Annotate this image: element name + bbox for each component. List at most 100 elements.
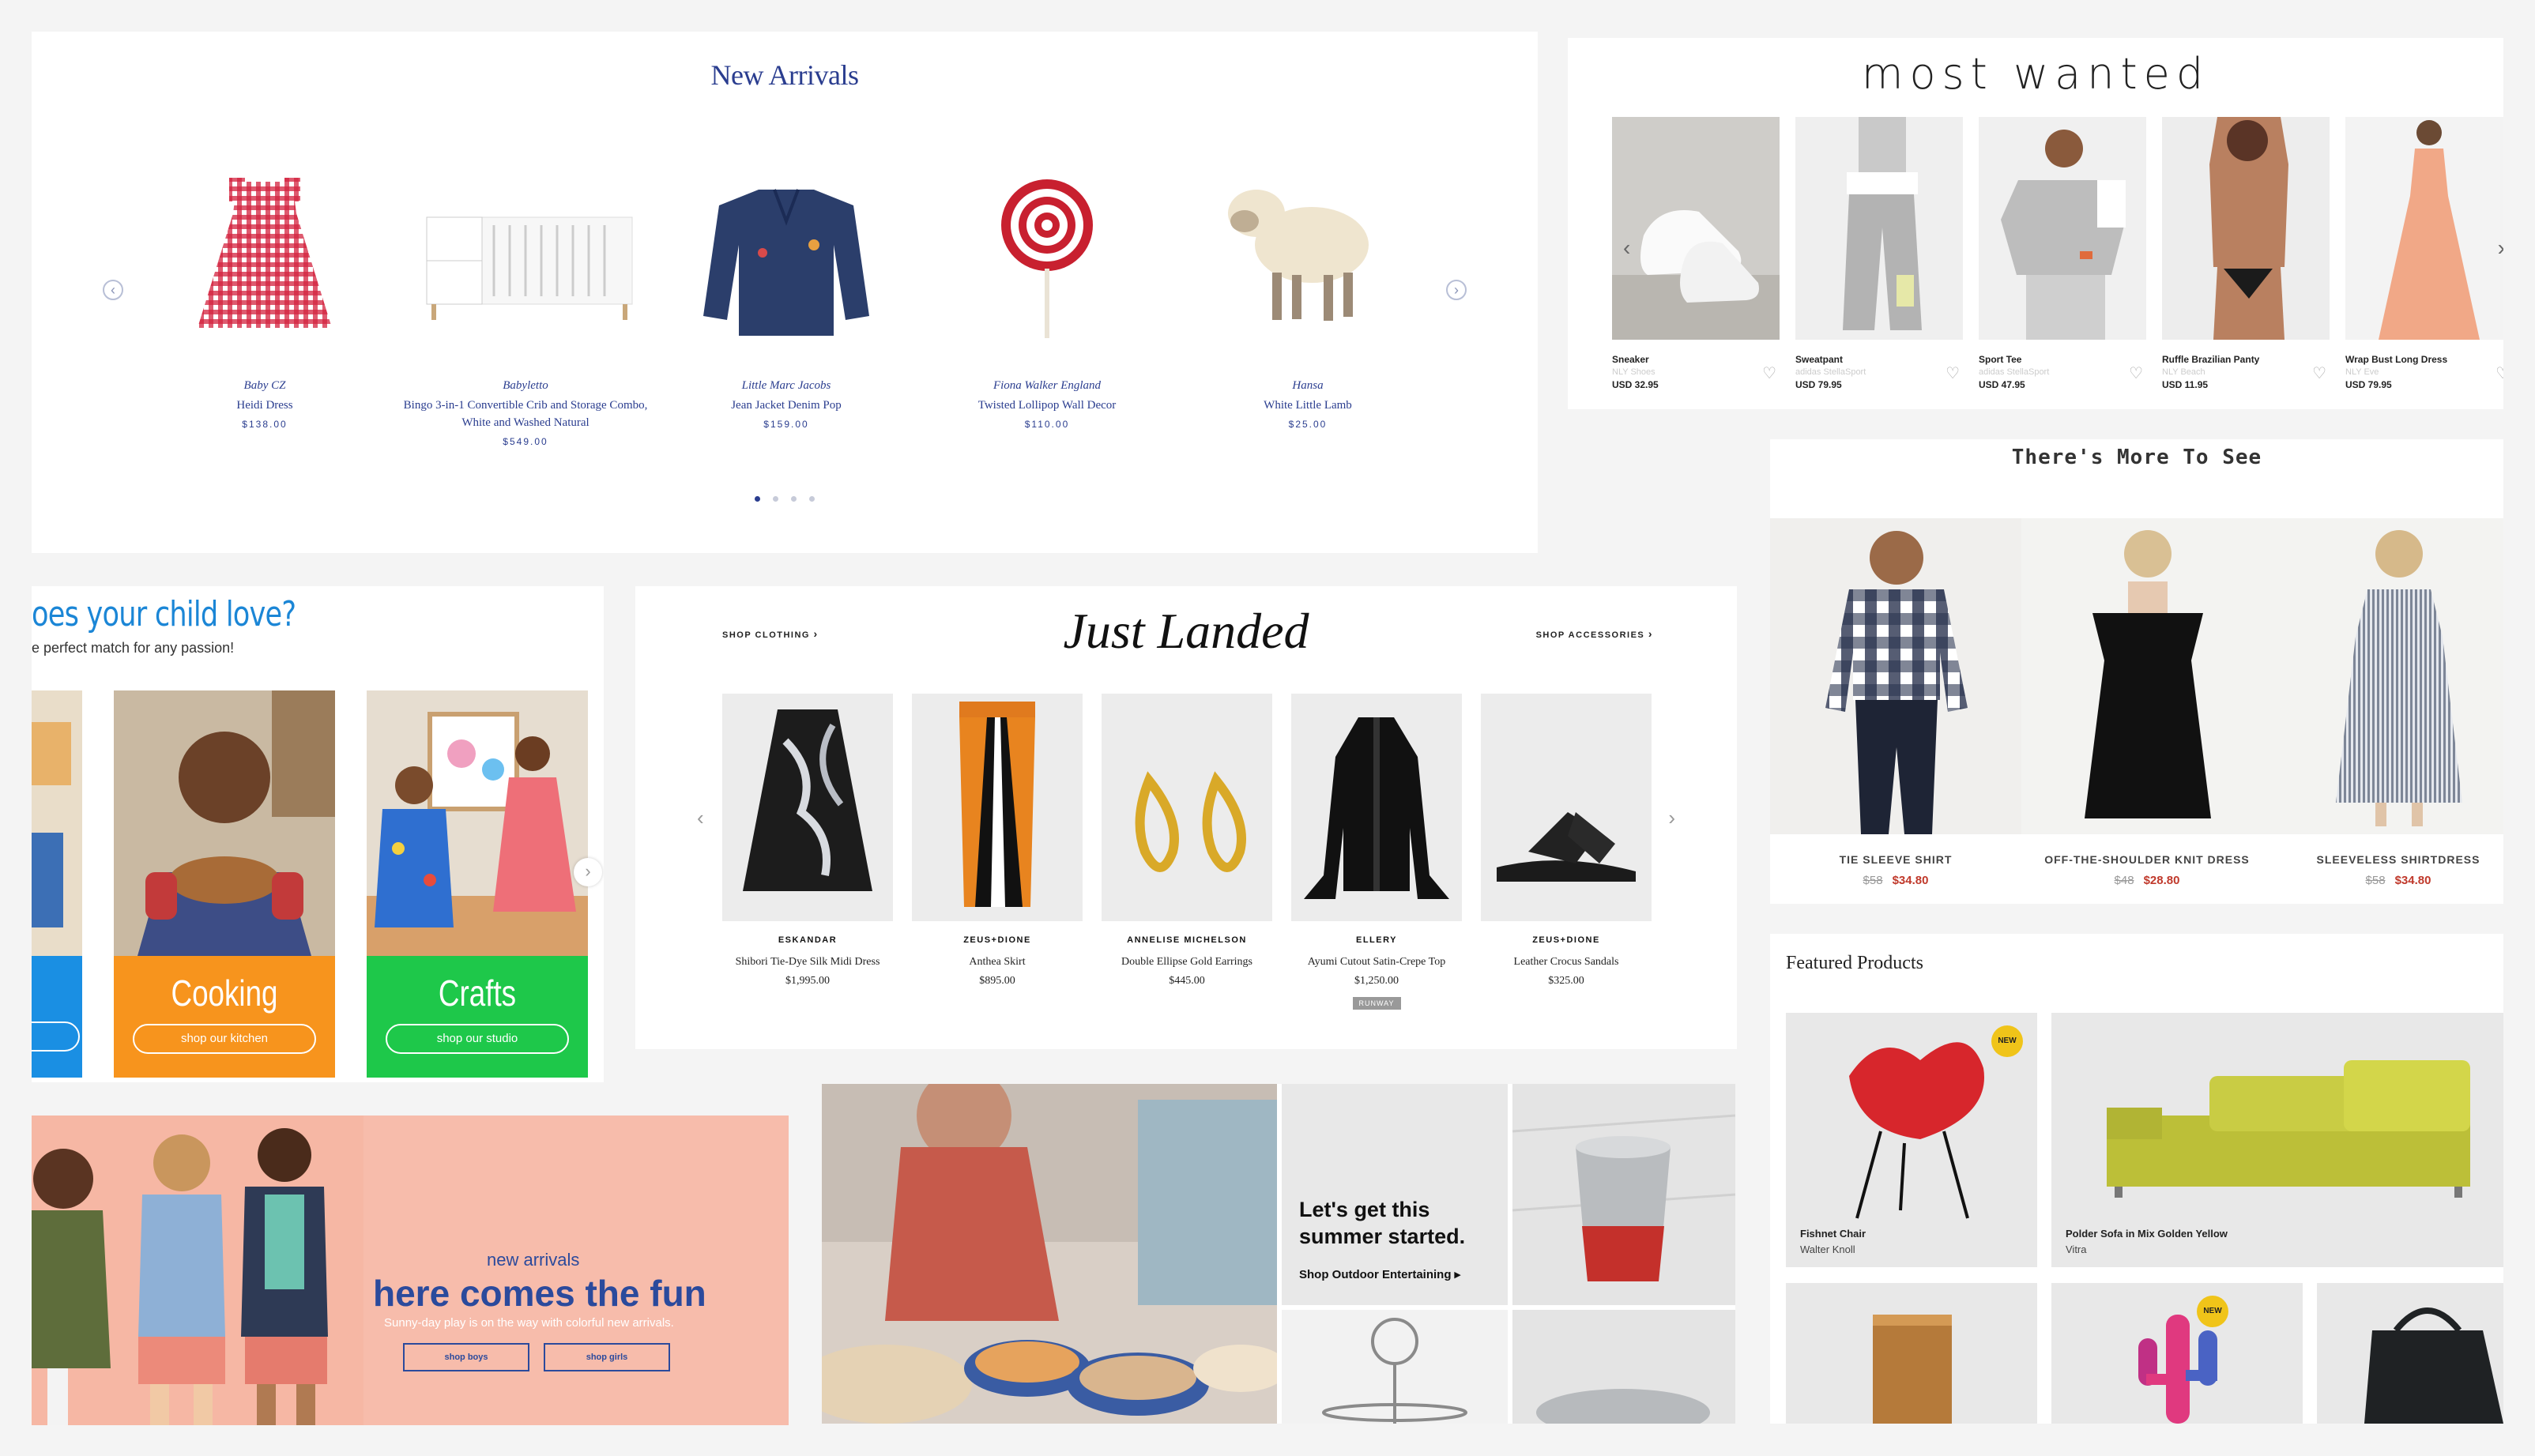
product-brand: ANNELISE MICHELSON — [1127, 935, 1247, 945]
heart-icon[interactable]: ♡ — [1762, 363, 1776, 383]
category-image — [367, 690, 588, 956]
heart-icon[interactable]: ♡ — [1946, 363, 1960, 383]
chevron-right-icon[interactable]: › — [2498, 235, 2503, 261]
product-card[interactable]: Sport Tee adidas StellaSport USD 47.95 ♡ — [1979, 117, 2146, 390]
product-price: $159.00 — [763, 419, 809, 430]
chevron-left-icon[interactable]: ‹ — [697, 806, 704, 830]
original-price: $58 — [2365, 874, 2386, 887]
product-brand: adidas StellaSport — [1795, 367, 1866, 377]
just-landed-panel: SHOP CLOTHING › Just Landed SHOP ACCESSO… — [635, 586, 1737, 1049]
product-card[interactable]: OFF-THE-SHOULDER KNIT DRESS $48 $28.80 — [2021, 518, 2273, 887]
product-name: Polder Sofa in Mix Golden Yellow — [2066, 1228, 2228, 1240]
shop-accessories-link[interactable]: SHOP ACCESSORIES › — [1536, 627, 1653, 640]
product-price: USD 79.95 — [2345, 379, 2392, 390]
product-image — [1979, 117, 2146, 340]
category-label: Cooking — [171, 973, 278, 1014]
summer-promo-tile[interactable]: Let's get this summer started. Shop Outd… — [1282, 1084, 1508, 1305]
product-card[interactable]: Fiona Walker England Twisted Lollipop Wa… — [925, 158, 1170, 430]
product-card[interactable]: NEW Fishnet Chair Walter Knoll — [1786, 1013, 2037, 1267]
featured-products-title: Featured Products — [1786, 953, 1923, 973]
product-image — [1873, 1315, 1952, 1424]
product-image — [1185, 158, 1430, 356]
chevron-right-icon[interactable]: › — [1668, 806, 1675, 830]
product-price: $325.00 — [1548, 975, 1584, 987]
product-image — [403, 158, 648, 356]
summer-entertaining-panel: Let's get this summer started. Shop Outd… — [822, 1084, 1735, 1424]
product-card[interactable]: SLEEVELESS SHIRTDRESS $58 $34.80 — [2273, 518, 2503, 887]
product-card[interactable]: NEW — [2051, 1283, 2303, 1424]
product-brand: Babyletto — [503, 379, 548, 392]
product-card[interactable]: Polder Sofa in Mix Golden Yellow Vitra — [2051, 1013, 2503, 1267]
product-card[interactable]: Little Marc Jacobs Jean Jacket Denim Pop… — [664, 158, 909, 430]
kids-new-arrivals-banner[interactable]: new arrivals here comes the fun Sunny-da… — [32, 1116, 789, 1425]
product-card[interactable]: ESKANDAR Shibori Tie-Dye Silk Midi Dress… — [722, 694, 893, 988]
category-tile[interactable] — [32, 690, 82, 1078]
pagination-dot[interactable] — [755, 496, 760, 502]
original-price: $48 — [2114, 874, 2134, 887]
product-card[interactable]: ‹ Sneaker NLY Shoes USD 32.95 ♡ — [1612, 117, 1780, 390]
product-image — [664, 158, 909, 356]
product-image — [722, 694, 893, 921]
banner-eyebrow: new arrivals — [487, 1250, 580, 1270]
product-card[interactable]: › Wrap Bust Long Dress NLY Eve USD 79.95… — [2345, 117, 2503, 390]
product-name: OFF-THE-SHOULDER KNIT DRESS — [2044, 853, 2250, 866]
product-price: $58 $34.80 — [2273, 874, 2503, 887]
sale-price: $34.80 — [1892, 874, 1929, 887]
heart-icon[interactable]: ♡ — [2495, 363, 2503, 383]
category-band: Crafts shop our studio — [367, 956, 588, 1078]
product-card[interactable]: ANNELISE MICHELSON Double Ellipse Gold E… — [1102, 694, 1272, 988]
product-name: Jean Jacket Denim Pop — [731, 399, 842, 412]
party-food-image[interactable] — [822, 1084, 1277, 1424]
product-price: $58 $34.80 — [1770, 874, 2021, 887]
metal-bucket-image[interactable] — [1512, 1084, 1735, 1305]
pagination-dot[interactable] — [809, 496, 815, 502]
product-card[interactable]: Hansa White Little Lamb $25.00 — [1185, 158, 1430, 430]
product-name: Sweatpant — [1795, 354, 1844, 365]
heart-icon[interactable]: ♡ — [2312, 363, 2326, 383]
product-card[interactable]: ZEUS+DIONE Anthea Skirt $895.00 — [912, 694, 1083, 988]
product-name: Sneaker — [1612, 354, 1649, 365]
product-image: › — [2345, 117, 2503, 340]
chevron-right-icon[interactable]: › — [1446, 280, 1467, 300]
product-brand: ZEUS+DIONE — [1532, 935, 1600, 945]
pagination-dot[interactable] — [791, 496, 797, 502]
original-price: $58 — [1863, 874, 1883, 887]
product-card[interactable]: ELLERY Ayumi Cutout Satin-Crepe Top $1,2… — [1291, 694, 1462, 1010]
pagination-dot[interactable] — [773, 496, 778, 502]
shop-kitchen-button[interactable]: shop our kitchen — [133, 1024, 316, 1054]
new-badge: NEW — [2197, 1296, 2228, 1327]
heart-icon[interactable]: ♡ — [2129, 363, 2143, 383]
product-name: TIE SLEEVE SHIRT — [1839, 853, 1953, 866]
child-love-subtitle: e perfect match for any passion! — [32, 640, 235, 656]
new-badge: NEW — [1991, 1025, 2023, 1057]
product-price: $1,995.00 — [785, 975, 830, 987]
product-card[interactable]: Sweatpant adidas StellaSport USD 79.95 ♡ — [1795, 117, 1963, 390]
summer-link[interactable]: Shop Outdoor Entertaining ▸ — [1299, 1267, 1460, 1281]
product-card[interactable] — [2317, 1283, 2503, 1424]
shop-studio-button[interactable]: shop our studio — [386, 1024, 569, 1054]
product-card[interactable]: Ruffle Brazilian Panty NLY Beach USD 11.… — [2162, 117, 2330, 390]
chevron-left-icon[interactable]: ‹ — [1623, 235, 1630, 261]
product-brand: NLY Eve — [2345, 367, 2379, 377]
chevron-left-icon[interactable]: ‹ — [103, 280, 123, 300]
product-card[interactable]: ZEUS+DIONE Leather Crocus Sandals $325.0… — [1481, 694, 1652, 988]
product-card[interactable] — [1786, 1283, 2037, 1424]
shop-girls-button[interactable]: shop girls — [544, 1343, 670, 1371]
product-price: USD 11.95 — [2162, 379, 2209, 390]
tiered-stand-image[interactable] — [1282, 1310, 1508, 1424]
product-card[interactable]: TIE SLEEVE SHIRT $58 $34.80 — [1770, 518, 2021, 887]
product-name: Sport Tee — [1979, 354, 2022, 365]
category-tile-cooking[interactable]: Cooking shop our kitchen — [114, 690, 335, 1078]
category-tile-crafts[interactable]: Crafts shop our studio — [367, 690, 588, 1078]
kids-hero-image — [32, 1116, 363, 1425]
shop-accessories-label: SHOP ACCESSORIES — [1535, 630, 1645, 640]
product-name: Shibori Tie-Dye Silk Midi Dress — [735, 956, 880, 968]
product-card[interactable]: Babyletto Bingo 3-in-1 Convertible Crib … — [403, 158, 648, 447]
shop-boys-button[interactable]: shop boys — [403, 1343, 529, 1371]
product-card[interactable]: Baby CZ Heidi Dress $138.00 — [142, 158, 387, 430]
product-image — [2273, 518, 2503, 834]
sale-price: $28.80 — [2143, 874, 2180, 887]
chevron-right-icon[interactable]: › — [574, 858, 602, 886]
metal-tray-image[interactable] — [1512, 1310, 1735, 1424]
product-brand: ELLERY — [1356, 935, 1397, 945]
